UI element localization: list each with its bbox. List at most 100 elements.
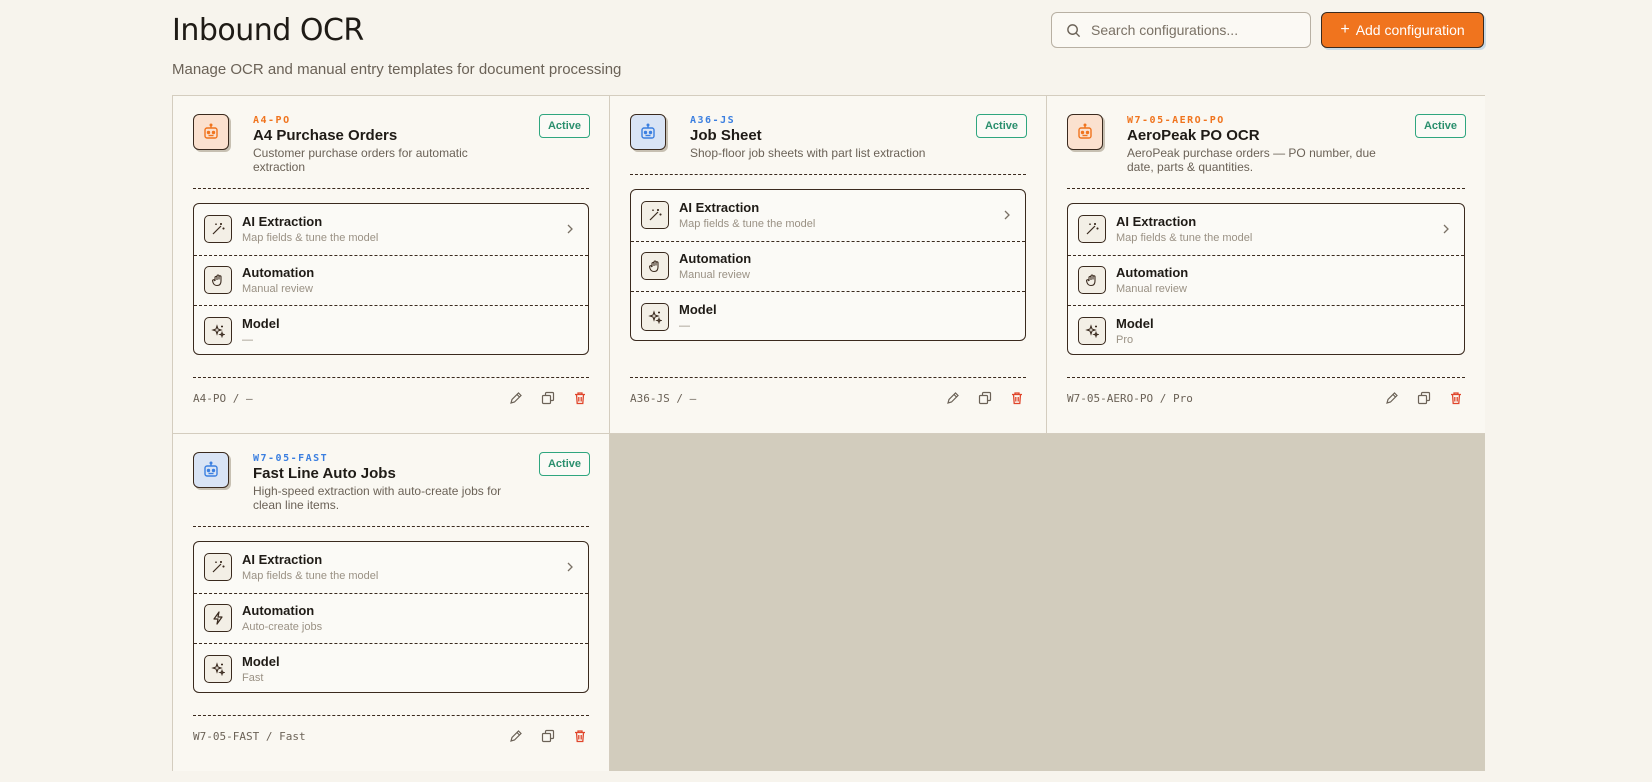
config-row: Automation Manual review <box>194 254 588 306</box>
configuration-grid: A4-PO A4 Purchase Orders Customer purcha… <box>172 95 1485 771</box>
footer-code: A4-PO / — <box>193 392 253 405</box>
plus-icon: + <box>1340 21 1350 38</box>
trash-icon[interactable] <box>1447 389 1465 407</box>
chevron-right-icon[interactable] <box>1001 208 1013 220</box>
card-actions <box>507 389 589 407</box>
config-name: A4 Purchase Orders <box>253 127 398 144</box>
sparkle-icon <box>204 316 232 345</box>
wand-icon <box>641 201 669 230</box>
search-input[interactable] <box>1091 22 1301 38</box>
chevron-right-icon[interactable] <box>564 560 576 572</box>
config-row: Model Pro <box>1068 305 1464 354</box>
edit-icon[interactable] <box>507 727 525 745</box>
row-sublabel: Auto-create jobs <box>242 621 323 634</box>
sparkle-icon <box>204 654 232 683</box>
row-sublabel: Map fields & tune the model <box>242 570 379 583</box>
duplicate-icon[interactable] <box>539 389 557 407</box>
config-card[interactable]: A36-JS Job Sheet Shop-floor job sheets w… <box>610 96 1047 434</box>
status-badge: Active <box>538 452 590 476</box>
chevron-right-icon[interactable] <box>1440 222 1452 234</box>
row-label: Automation <box>679 251 752 267</box>
divider <box>193 377 589 378</box>
config-description: Customer purchase orders for automatic e… <box>253 146 468 174</box>
row-label: AI Extraction <box>242 214 323 230</box>
config-row[interactable]: AI Extraction Map fields & tune the mode… <box>194 204 588 255</box>
row-label: Automation <box>242 265 315 281</box>
row-label: AI Extraction <box>242 552 323 568</box>
divider <box>1067 377 1465 378</box>
card-actions <box>1383 389 1465 407</box>
add-configuration-button[interactable]: + Add configuration <box>1321 12 1484 48</box>
status-badge: Active <box>538 114 590 138</box>
status-badge: Active <box>1414 114 1466 138</box>
divider <box>1067 188 1465 189</box>
config-rows: AI Extraction Map fields & tune the mode… <box>193 203 589 355</box>
status-badge: Active <box>975 114 1027 138</box>
config-row: Model Fast <box>194 643 588 692</box>
robot-icon <box>193 452 229 488</box>
row-sublabel: Map fields & tune the model <box>242 232 379 245</box>
hand-icon <box>641 252 669 281</box>
footer-code: A36-JS / — <box>630 392 697 405</box>
row-label: AI Extraction <box>679 200 760 216</box>
config-name: Fast Line Auto Jobs <box>253 465 396 482</box>
divider <box>630 174 1026 175</box>
robot-icon <box>630 114 666 150</box>
row-label: Automation <box>1116 265 1189 281</box>
duplicate-icon[interactable] <box>976 389 994 407</box>
config-row: Model — <box>631 291 1025 340</box>
config-code: W7-05-AERO-PO <box>1127 115 1225 126</box>
config-rows: AI Extraction Map fields & tune the mode… <box>1067 203 1465 355</box>
config-rows: AI Extraction Map fields & tune the mode… <box>193 541 589 693</box>
row-sublabel: Map fields & tune the model <box>1116 232 1253 245</box>
page-header: Inbound OCR Manage OCR and manual entry … <box>172 12 621 78</box>
config-description: Shop-floor job sheets with part list ext… <box>690 146 926 160</box>
config-row: Model — <box>194 305 588 354</box>
config-rows: AI Extraction Map fields & tune the mode… <box>630 189 1026 341</box>
robot-icon <box>1067 114 1103 150</box>
row-sublabel: — <box>242 333 253 346</box>
duplicate-icon[interactable] <box>539 727 557 745</box>
config-row[interactable]: AI Extraction Map fields & tune the mode… <box>194 542 588 593</box>
config-name: AeroPeak PO OCR <box>1127 127 1260 144</box>
bolt-icon <box>204 604 232 633</box>
wand-icon <box>204 215 232 244</box>
edit-icon[interactable] <box>507 389 525 407</box>
config-name: Job Sheet <box>690 127 762 144</box>
wand-icon <box>1078 215 1106 244</box>
chevron-right-icon[interactable] <box>564 222 576 234</box>
page-subtitle: Manage OCR and manual entry templates fo… <box>172 61 622 78</box>
config-row[interactable]: AI Extraction Map fields & tune the mode… <box>631 190 1025 241</box>
page-title: Inbound OCR <box>172 13 364 48</box>
config-row[interactable]: AI Extraction Map fields & tune the mode… <box>1068 204 1464 255</box>
trash-icon[interactable] <box>571 727 589 745</box>
divider <box>630 377 1026 378</box>
config-card[interactable]: W7-05-AERO-PO AeroPeak PO OCR AeroPeak p… <box>1047 96 1485 434</box>
trash-icon[interactable] <box>1008 389 1026 407</box>
config-code: W7-05-FAST <box>253 453 329 464</box>
config-card[interactable]: A4-PO A4 Purchase Orders Customer purcha… <box>173 96 610 434</box>
search-box[interactable] <box>1051 12 1311 48</box>
edit-icon[interactable] <box>1383 389 1401 407</box>
footer-code: W7-05-FAST / Fast <box>193 730 306 743</box>
card-actions <box>944 389 1026 407</box>
sparkle-icon <box>641 302 669 331</box>
footer-code: W7-05-AERO-PO / Pro <box>1067 392 1193 405</box>
row-label: Model <box>679 301 717 317</box>
config-code: A4-PO <box>253 115 291 126</box>
config-row: Automation Manual review <box>631 240 1025 292</box>
row-label: Automation <box>242 603 315 619</box>
row-sublabel: Manual review <box>242 283 313 296</box>
row-label: Model <box>1116 315 1154 331</box>
config-card[interactable]: W7-05-FAST Fast Line Auto Jobs High-spee… <box>173 434 610 771</box>
hand-icon <box>1078 266 1106 295</box>
wand-icon <box>204 553 232 582</box>
edit-icon[interactable] <box>944 389 962 407</box>
row-sublabel: Manual review <box>679 269 750 282</box>
robot-icon <box>193 114 229 150</box>
trash-icon[interactable] <box>571 389 589 407</box>
row-label: Model <box>242 653 280 669</box>
add-configuration-label: Add configuration <box>1355 22 1465 38</box>
duplicate-icon[interactable] <box>1415 389 1433 407</box>
sparkle-icon <box>1078 316 1106 345</box>
